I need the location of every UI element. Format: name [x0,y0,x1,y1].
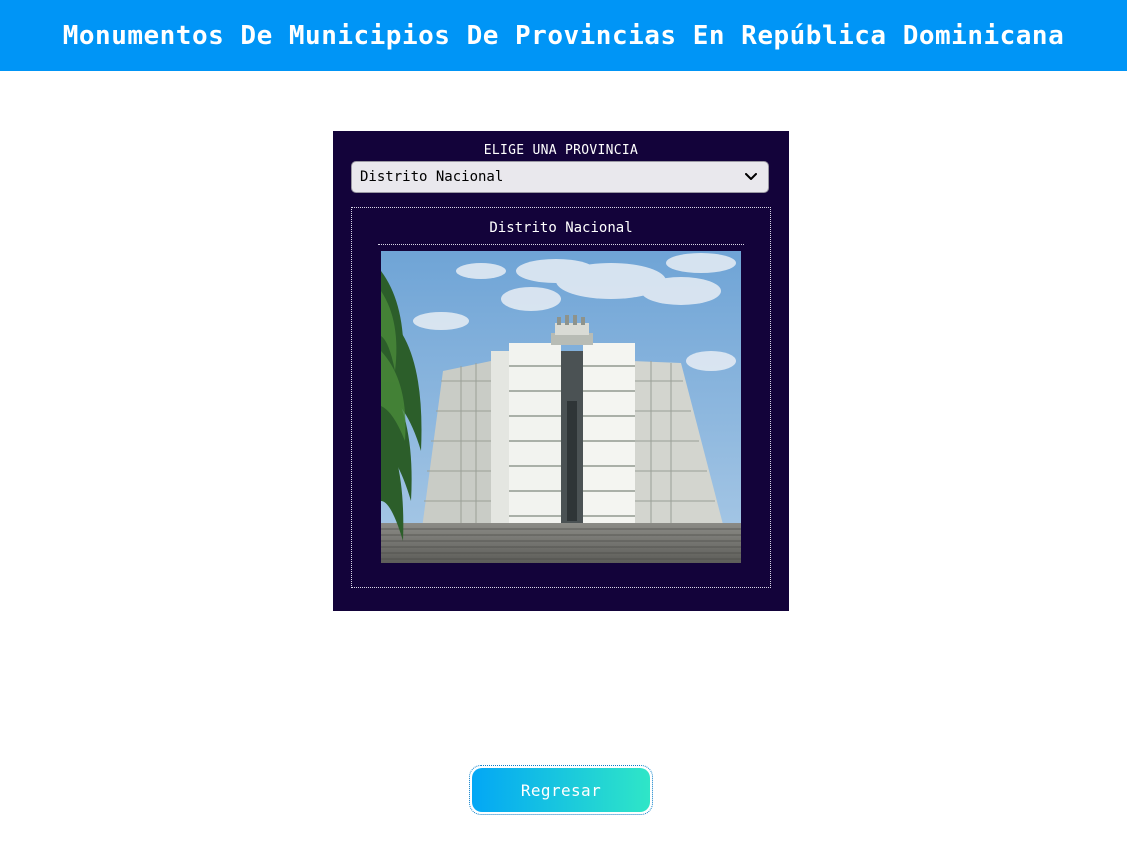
province-select-value: Distrito Nacional [360,169,504,185]
province-select[interactable]: Distrito Nacional [351,161,769,193]
title-divider [378,244,744,245]
page-title: Monumentos De Municipios De Provincias E… [62,20,1065,51]
monument-card: Distrito Nacional [351,207,771,588]
monument-photo [381,251,741,563]
province-select-label: ELIGE UNA PROVINCIA [483,143,639,158]
back-button[interactable]: Regresar [469,765,653,815]
monument-card-title: Distrito Nacional [489,220,633,236]
page-header: Monumentos De Municipios De Provincias E… [0,0,1127,71]
back-button-label: Regresar [472,768,650,812]
chevron-down-icon [744,170,758,184]
province-panel: ELIGE UNA PROVINCIA Distrito Nacional Di… [333,131,789,611]
